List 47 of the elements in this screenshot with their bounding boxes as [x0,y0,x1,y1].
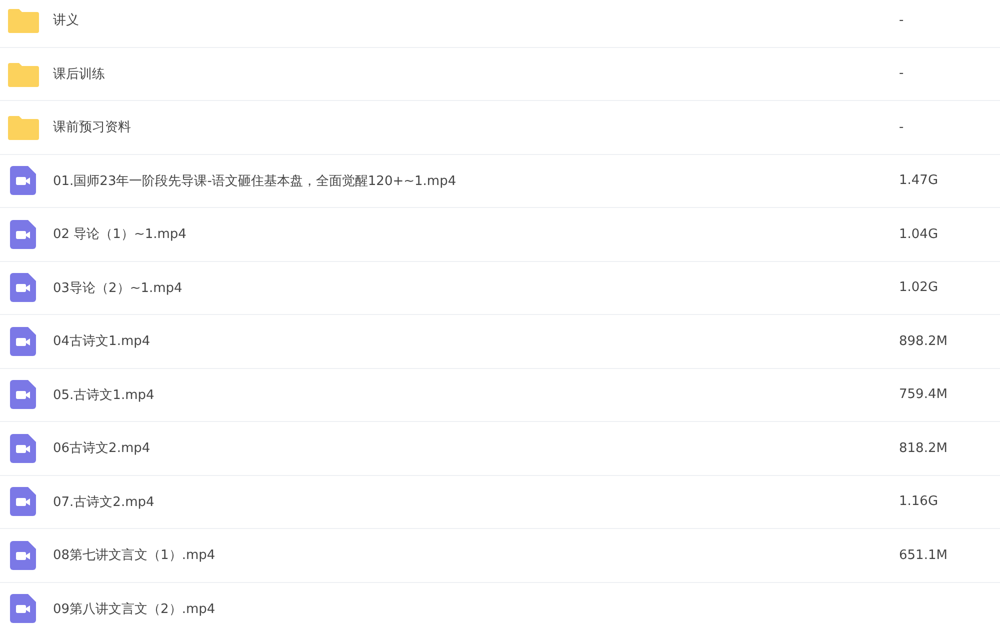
file-row[interactable]: 课前预习资料 - [0,101,1000,154]
file-name: 06古诗文2.mp4 [53,440,152,458]
file-name: 讲义 [53,12,80,30]
folder-icon [8,60,39,87]
folder-icon [8,7,39,34]
file-row[interactable]: 课后训练 - [0,48,1000,101]
video-file-icon [10,487,36,516]
file-size: 1.47G [899,173,938,188]
file-size: 1.02G [899,280,938,296]
video-file-icon [10,273,36,302]
file-size: 651.1M [899,548,948,563]
file-size: 1.04G [899,226,938,242]
file-row[interactable]: 01.国师23年一阶段先导课-语文砸住基本盘，全面觉醒120+~1.mp4 1.47G [0,154,1000,208]
file-size: 898.2M [899,334,948,349]
file-name: 05.古诗文1.mp4 [53,386,156,404]
video-file-icon [10,166,36,196]
video-file-icon [10,326,36,356]
file-row[interactable]: 讲义 - [0,0,1000,48]
file-row[interactable]: 08第七讲文言文（1）.mp4 651.1M [0,529,1000,582]
file-name: 03导论（2）~1.mp4 [53,280,184,297]
file-row[interactable]: 09第八讲文言文（2）.mp4 [0,582,1000,627]
folder-icon [8,114,39,140]
file-name: 课前预习资料 [53,119,132,136]
file-row[interactable]: 04古诗文1.mp4 898.2M [0,315,1000,368]
video-file-icon [10,434,36,463]
video-file-icon [10,220,36,249]
file-size: - [899,66,904,82]
file-name: 课后训练 [53,66,106,83]
file-row[interactable]: 06古诗文2.mp4 818.2M [0,422,1000,476]
file-size: - [899,12,904,28]
file-row[interactable]: 02 导论（1）~1.mp4 1.04G [0,208,1000,262]
file-size: 818.2M [899,440,948,456]
file-name: 02 导论（1）~1.mp4 [53,226,188,244]
file-row[interactable]: 05.古诗文1.mp4 759.4M [0,368,1000,422]
file-name: 07.古诗文2.mp4 [53,494,156,511]
file-size: 759.4M [899,387,948,402]
file-row[interactable]: 07.古诗文2.mp4 1.16G [0,476,1000,529]
video-file-icon [10,540,36,570]
file-size: 1.16G [899,494,938,510]
file-size: - [899,120,904,135]
file-name: 09第八讲文言文（2）.mp4 [53,600,216,618]
file-name: 08第七讲文言文（1）.mp4 [53,547,216,564]
video-file-icon [10,594,36,624]
video-file-icon [10,380,36,410]
file-name: 04古诗文1.mp4 [53,333,152,350]
file-name: 01.国师23年一阶段先导课-语文砸住基本盘，全面觉醒120+~1.mp4 [53,172,458,190]
file-row[interactable]: 03导论（2）~1.mp4 1.02G [0,262,1000,315]
